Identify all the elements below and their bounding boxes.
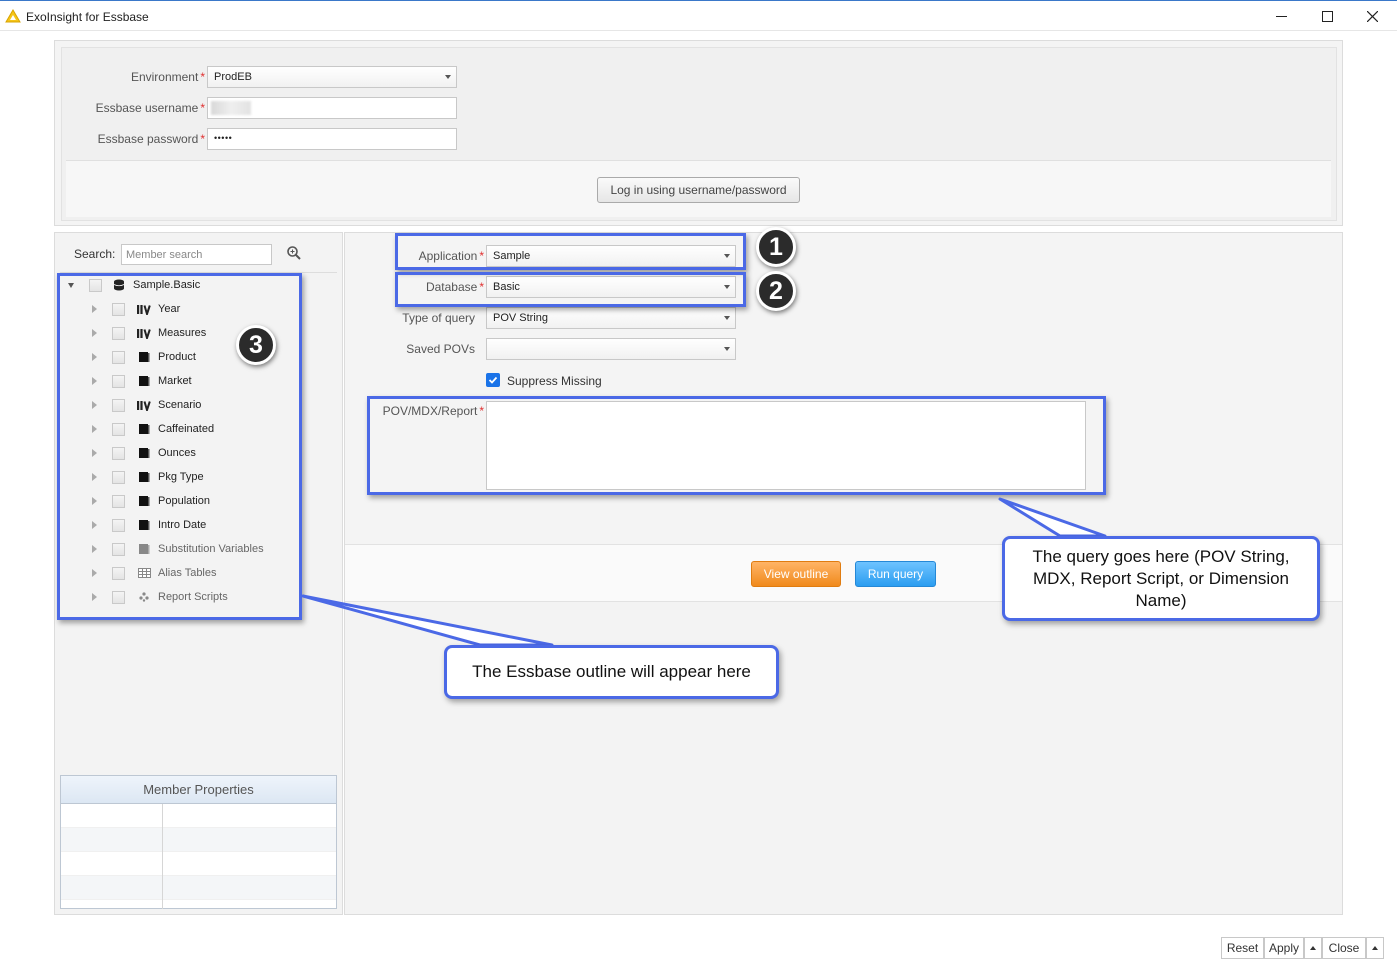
callout-query: The query goes here (POV String, MDX, Re… <box>1002 536 1320 621</box>
caret-up-icon <box>1310 946 1316 950</box>
callout-outline: The Essbase outline will appear here <box>444 645 779 699</box>
close-options-button[interactable] <box>1366 937 1384 959</box>
apply-button[interactable]: Apply <box>1264 937 1304 959</box>
close-button[interactable]: Close <box>1322 937 1366 959</box>
apply-options-button[interactable] <box>1304 937 1322 959</box>
callout-pointers <box>301 497 1107 647</box>
reset-button[interactable]: Reset <box>1221 937 1264 959</box>
app-window: ExoInsight for Essbase Environment * Prod… <box>0 0 1397 971</box>
caret-up-icon <box>1372 946 1378 950</box>
